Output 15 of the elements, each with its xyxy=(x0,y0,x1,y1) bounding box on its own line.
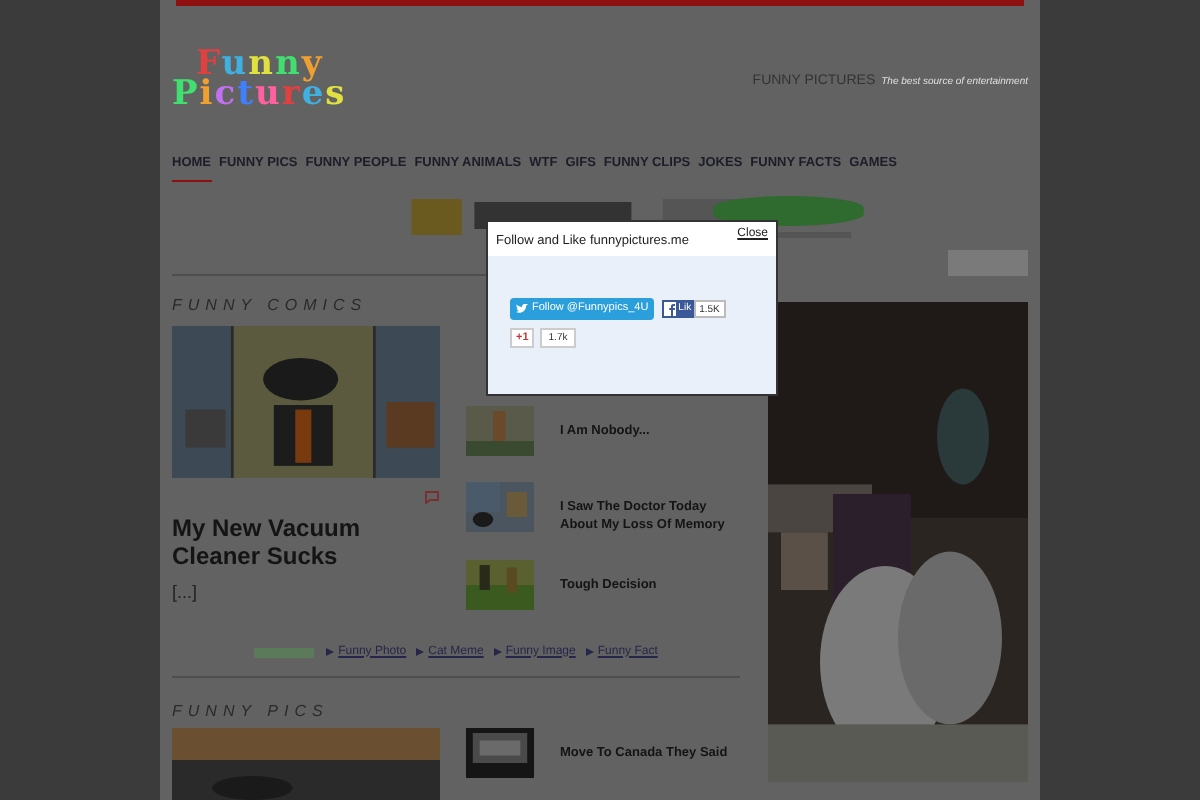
triangle-icon xyxy=(326,648,335,656)
search-button[interactable] xyxy=(948,250,1028,276)
post-excerpt: [...] xyxy=(172,580,200,606)
section-heading: FUNNY PICS xyxy=(172,700,329,724)
site-logo[interactable]: Funny xyxy=(196,50,347,80)
triangle-icon xyxy=(493,648,502,656)
ad-badge[interactable] xyxy=(254,647,315,657)
triangle-icon xyxy=(416,648,425,656)
section-heading: FUNNY COMICS xyxy=(172,294,368,318)
bird-icon xyxy=(516,304,528,314)
site-logo[interactable]: Pictures xyxy=(172,80,347,110)
triangle-icon xyxy=(585,648,594,656)
facebook-icon xyxy=(664,302,677,316)
post-title[interactable]: My New Vacuum Cleaner Sucks xyxy=(172,514,440,570)
comment-icon xyxy=(424,489,440,503)
